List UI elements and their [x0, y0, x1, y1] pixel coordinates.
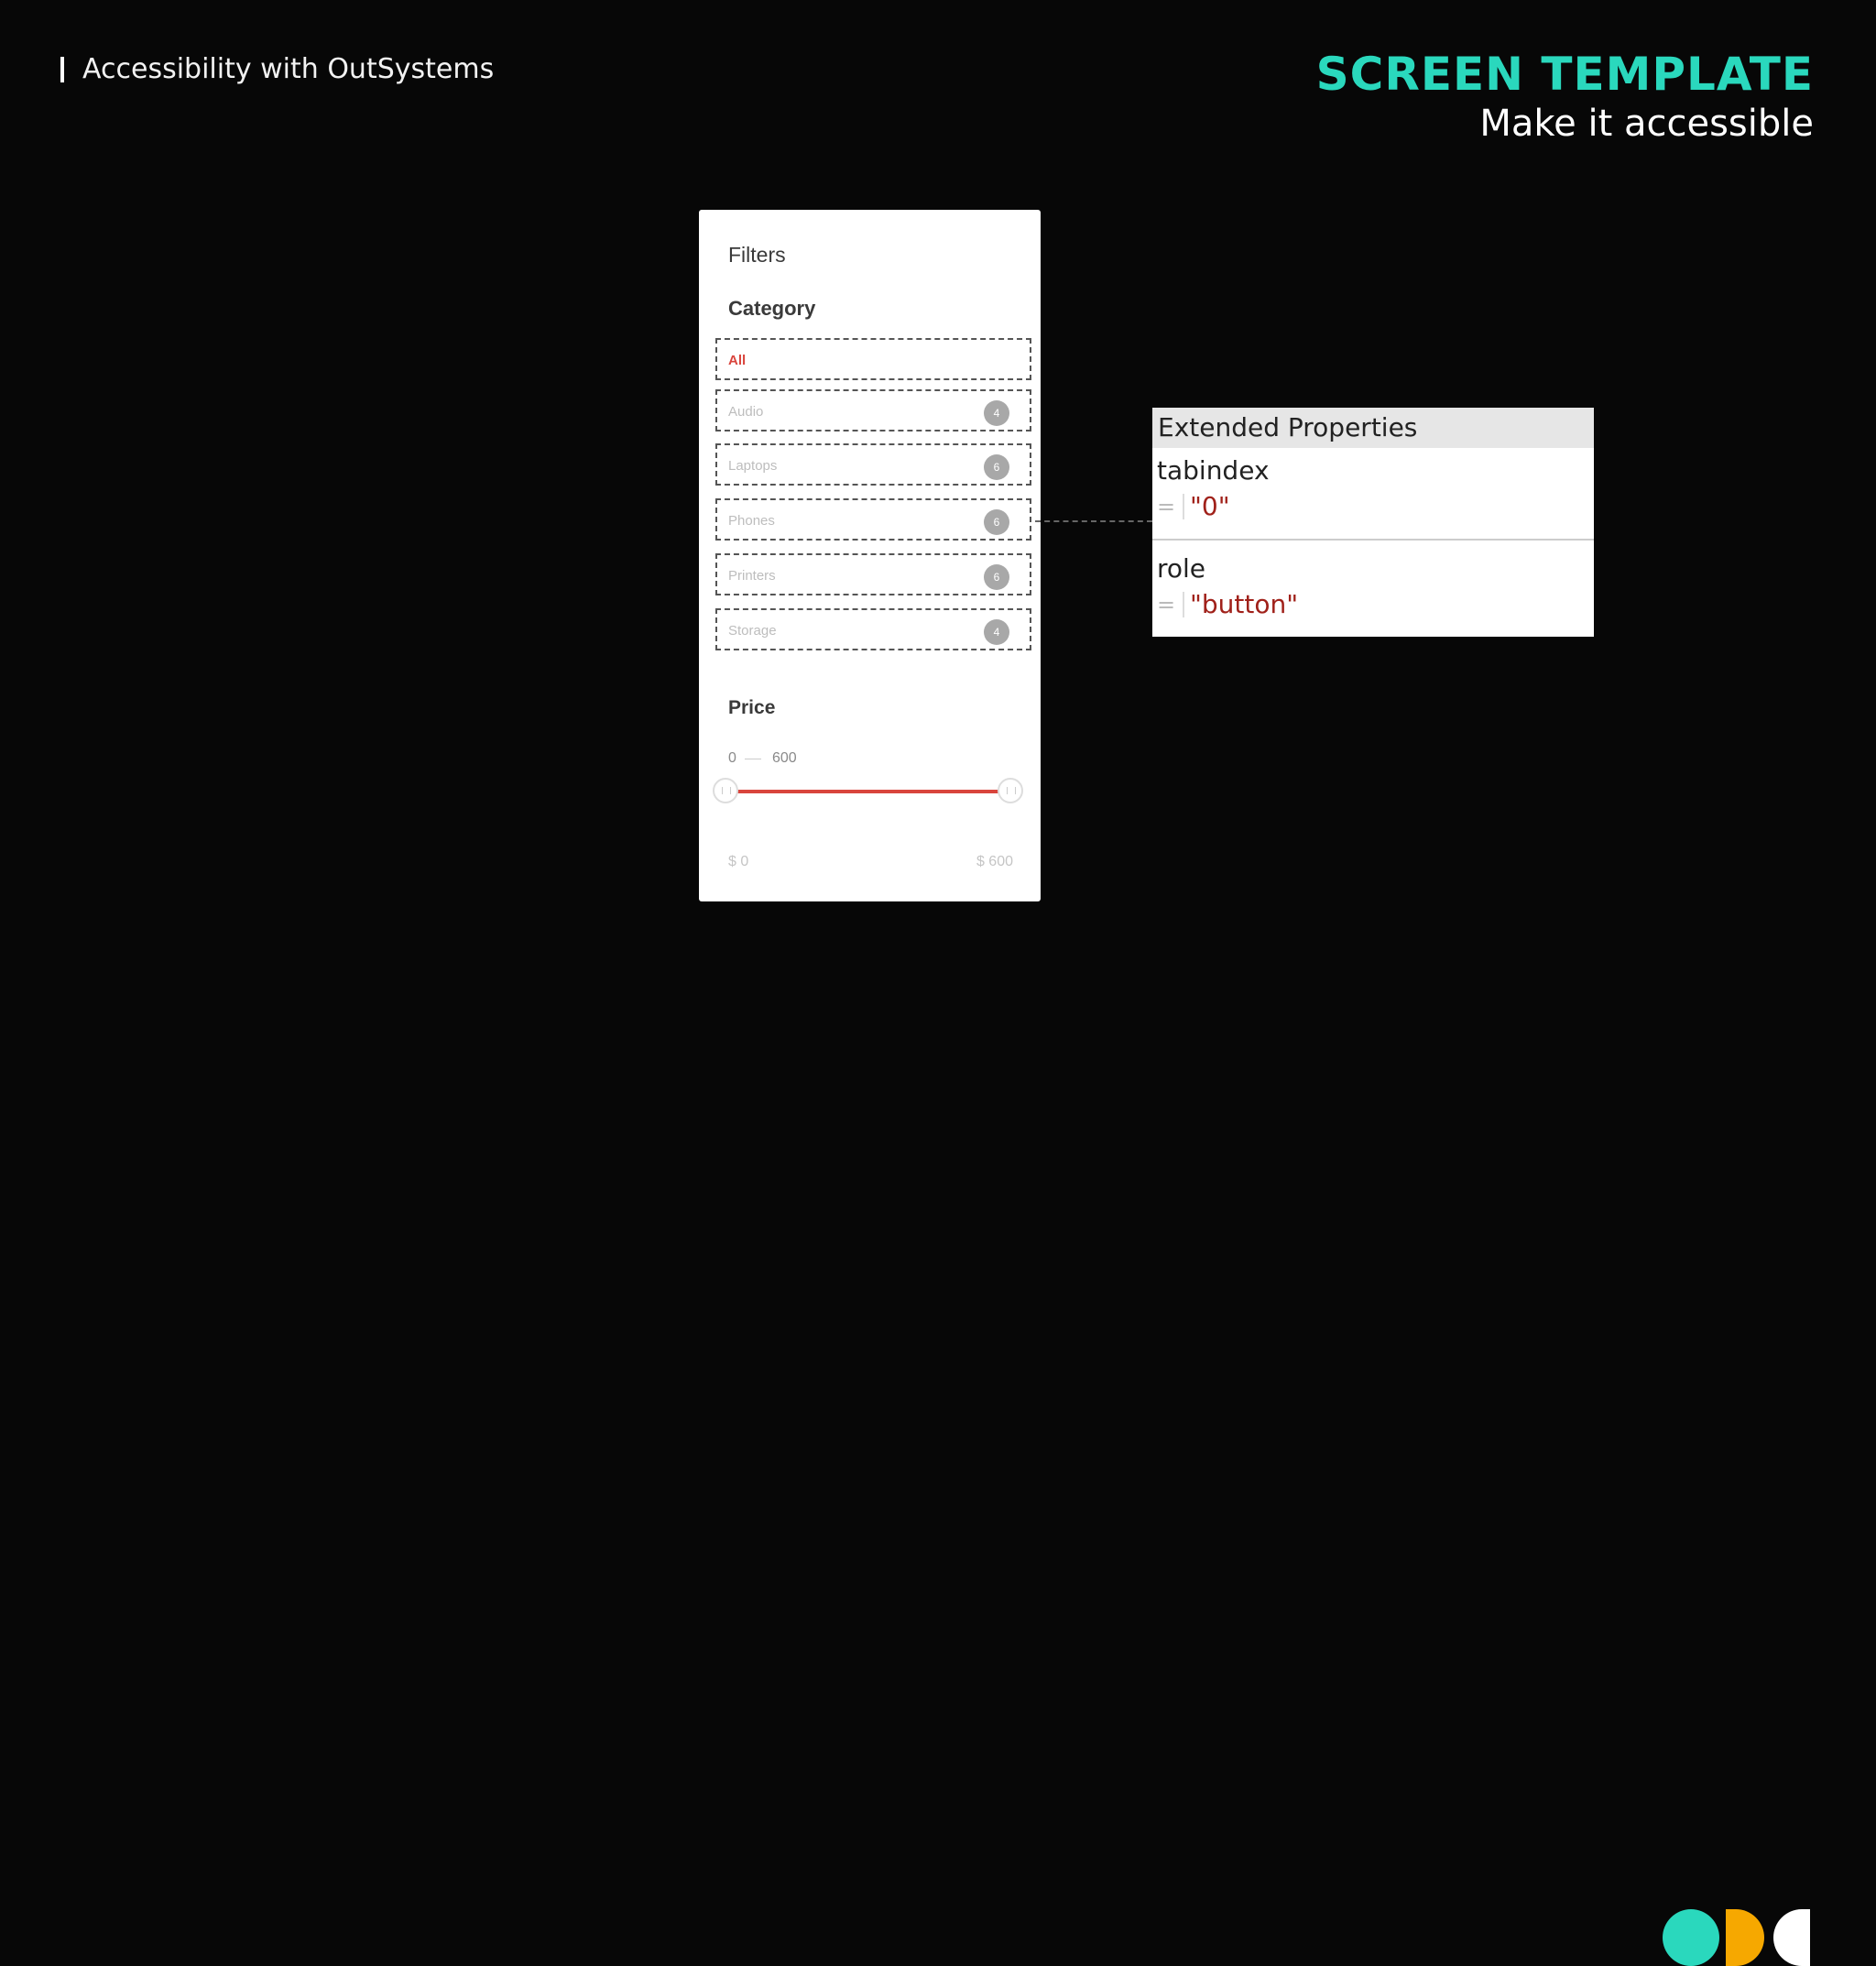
count-badge: 4: [984, 400, 1009, 426]
logo-teal-circle-icon: [1663, 1909, 1719, 1966]
slider-max-label: $ 600: [976, 854, 1013, 869]
category-label: All: [728, 353, 747, 368]
property-divider: [1152, 539, 1594, 541]
count-badge: 6: [984, 564, 1009, 590]
property-role: role = "button": [1157, 553, 1298, 619]
range-max-value: 600: [772, 750, 797, 766]
filters-title: Filters: [728, 243, 786, 267]
extended-properties-heading: Extended Properties: [1152, 408, 1594, 448]
count-badge: 4: [984, 619, 1009, 645]
category-label: Phones: [728, 513, 775, 529]
callout-connector: [1035, 520, 1152, 522]
price-heading: Price: [728, 697, 776, 718]
category-item-printers[interactable]: Printers 6: [715, 553, 1031, 595]
range-min-value: 0: [728, 750, 736, 766]
extended-properties-panel: Extended Properties tabindex = "0" role …: [1152, 408, 1594, 637]
property-tabindex: tabindex = "0": [1157, 455, 1270, 521]
price-slider-track: [729, 790, 1013, 793]
category-item-laptops[interactable]: Laptops 6: [715, 443, 1031, 486]
category-item-audio[interactable]: Audio 4: [715, 389, 1031, 431]
category-heading: Category: [728, 297, 816, 320]
slider-min-label: $ 0: [728, 854, 749, 869]
logo-orange-half-icon: [1726, 1909, 1764, 1966]
price-slider-min-handle[interactable]: [713, 778, 738, 803]
property-name: role: [1157, 553, 1206, 584]
category-label: Audio: [728, 404, 764, 420]
slide-header: SCREEN TEMPLATE Make it accessible: [1316, 48, 1814, 147]
category-label: Printers: [728, 568, 776, 584]
slide-subtitle: Make it accessible: [1479, 103, 1814, 145]
property-value[interactable]: "button": [1190, 589, 1298, 619]
equals-sign: =: [1157, 591, 1184, 617]
category-item-all[interactable]: All: [715, 338, 1031, 380]
course-title-text: Accessibility with OutSystems: [82, 53, 495, 85]
category-label: Storage: [728, 623, 777, 639]
filters-panel: Filters Category All Audio 4 Laptops 6 P…: [699, 210, 1041, 901]
property-value[interactable]: "0": [1190, 491, 1230, 521]
title-bar-marker: [60, 56, 64, 82]
slide-title: SCREEN TEMPLATE: [1315, 48, 1814, 101]
count-badge: 6: [984, 509, 1009, 535]
category-item-phones[interactable]: Phones 6: [715, 498, 1031, 541]
category-item-storage[interactable]: Storage 4: [715, 608, 1031, 650]
count-badge: 6: [984, 454, 1009, 480]
equals-sign: =: [1157, 493, 1184, 519]
category-label: Laptops: [728, 458, 778, 474]
logo-white-half-icon: [1773, 1909, 1810, 1966]
price-slider-max-handle[interactable]: [998, 778, 1023, 803]
property-name: tabindex: [1157, 455, 1270, 486]
course-title: Accessibility with OutSystems: [60, 53, 494, 85]
